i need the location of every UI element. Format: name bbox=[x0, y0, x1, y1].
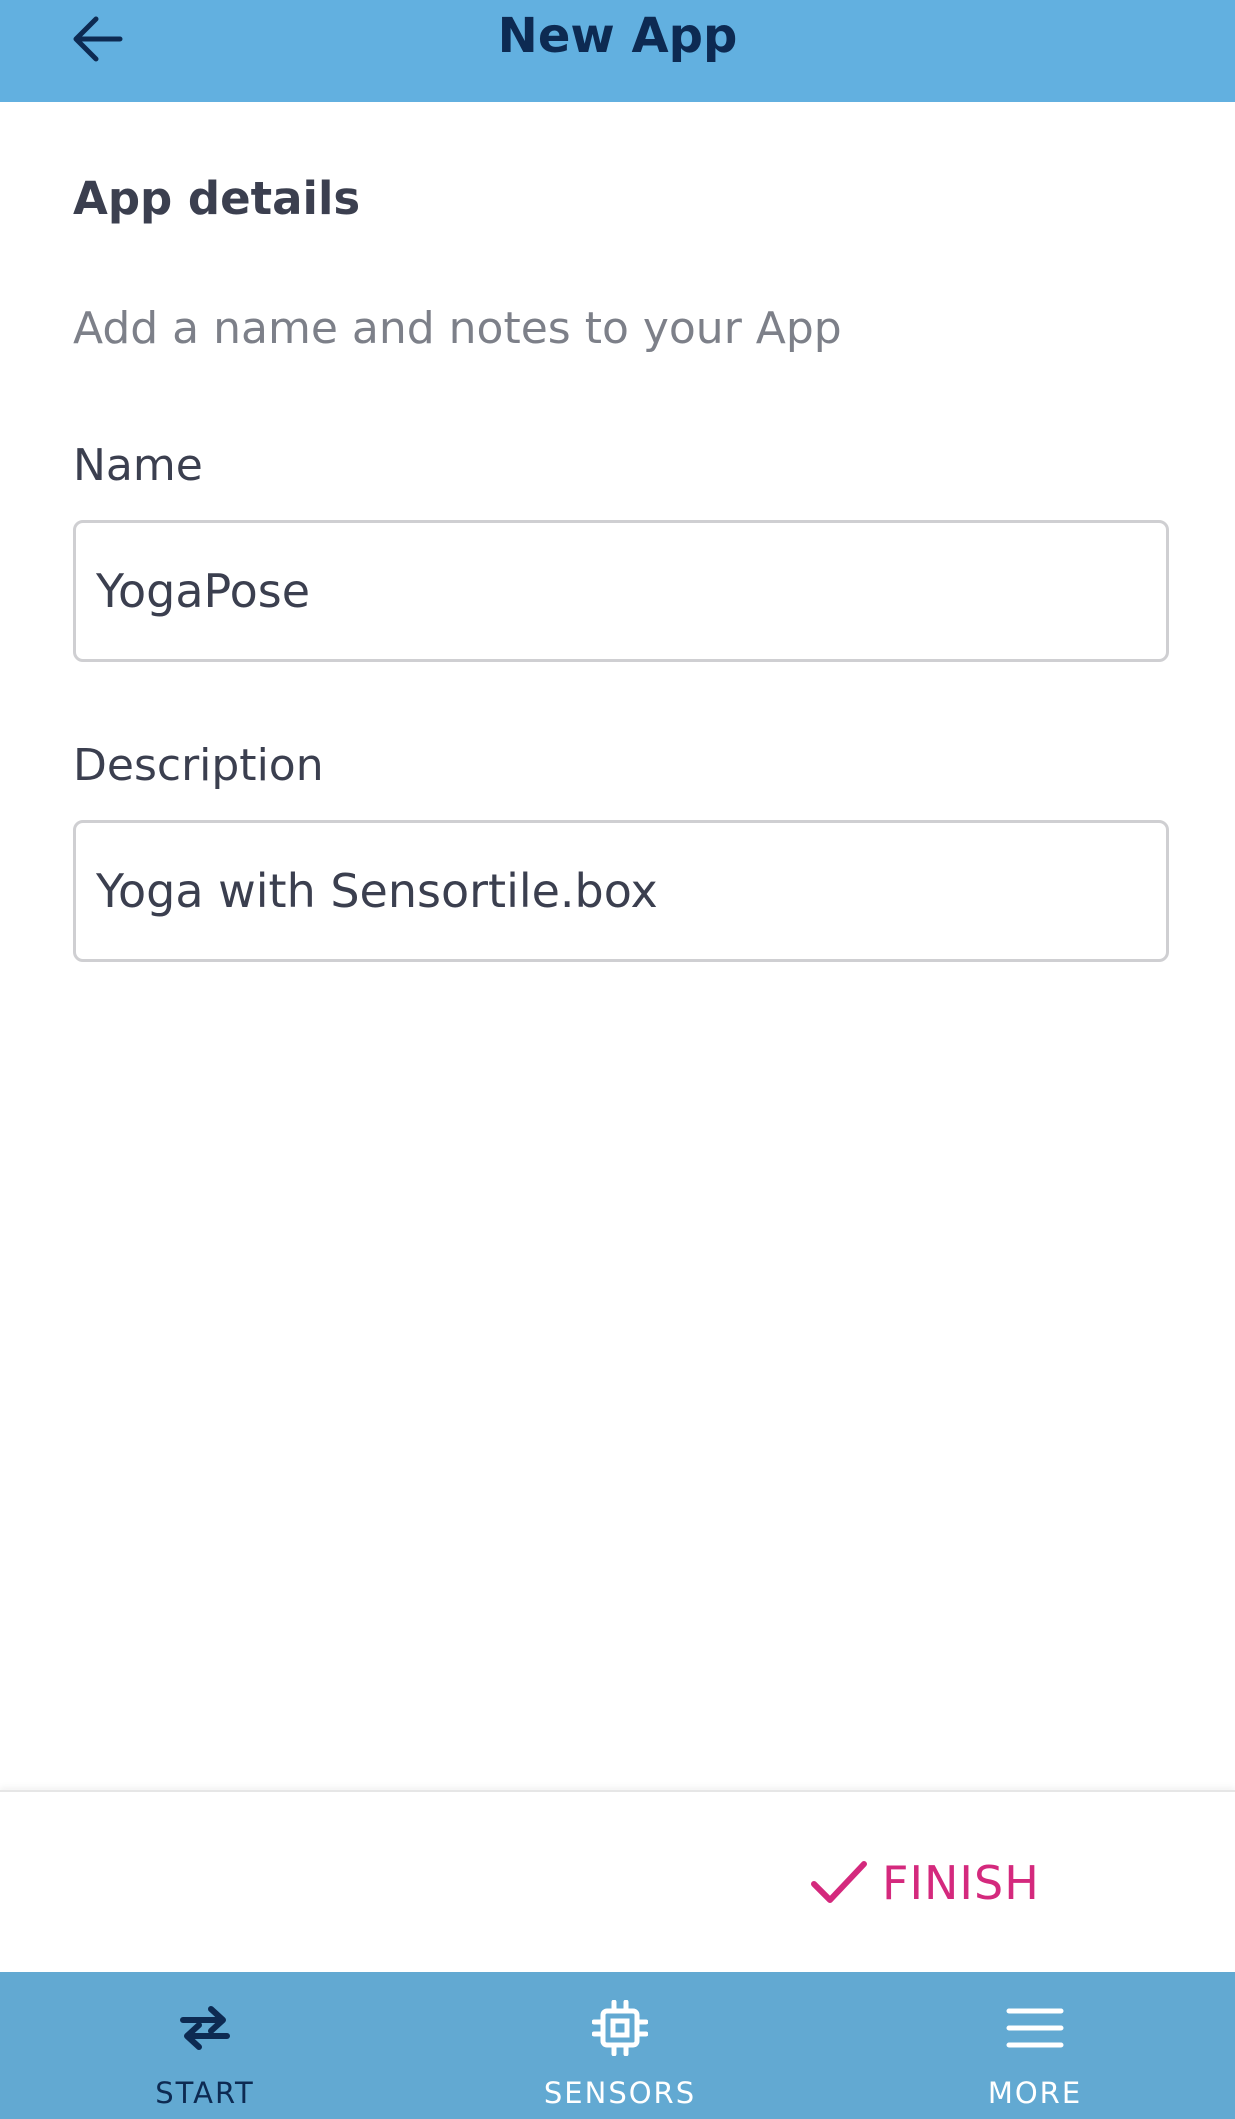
chip-icon bbox=[592, 2000, 648, 2056]
nav-item-start[interactable]: START bbox=[55, 1972, 355, 2119]
swap-arrows-icon bbox=[180, 2006, 230, 2050]
nav-item-sensors[interactable]: SENSORS bbox=[470, 1972, 770, 2119]
top-app-bar: New App bbox=[0, 0, 1235, 102]
description-input[interactable] bbox=[76, 823, 1166, 959]
nav-item-more[interactable]: MORE bbox=[885, 1972, 1185, 2119]
name-field-box bbox=[73, 520, 1169, 662]
nav-label-sensors: SENSORS bbox=[543, 2076, 697, 2110]
nav-label-start: START bbox=[155, 2076, 255, 2110]
finish-button[interactable]: FINISH bbox=[810, 1838, 1040, 1928]
page-title: New App bbox=[497, 8, 738, 64]
app-screen: New App App details Add a name and notes… bbox=[0, 0, 1235, 2119]
bottom-navigation: START SENSORS MORE bbox=[0, 1972, 1235, 2119]
section-title: App details bbox=[73, 172, 361, 225]
description-label: Description bbox=[73, 740, 324, 791]
nav-label-more: MORE bbox=[987, 2076, 1083, 2110]
check-icon bbox=[811, 1861, 867, 1903]
description-field-box bbox=[73, 820, 1169, 962]
name-input[interactable] bbox=[76, 523, 1166, 659]
finish-label: FINISH bbox=[882, 1856, 1040, 1910]
menu-icon bbox=[1006, 2008, 1064, 2048]
name-label: Name bbox=[73, 440, 203, 491]
section-subtitle: Add a name and notes to your App bbox=[73, 303, 842, 354]
action-bar: FINISH bbox=[0, 1790, 1235, 1972]
